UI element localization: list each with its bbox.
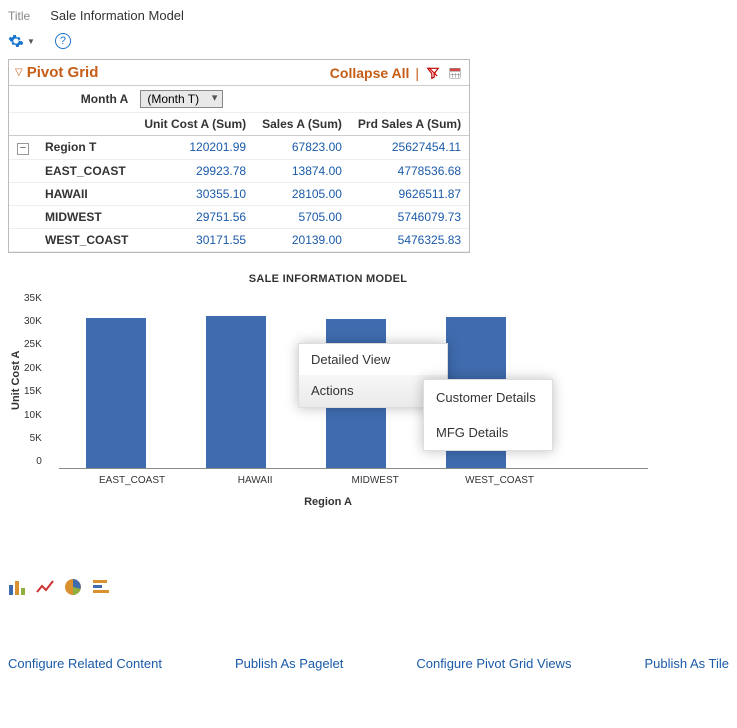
cell-value[interactable]: 29751.56 <box>136 205 254 228</box>
x-axis-ticks: EAST_COASTHAWAIIMIDWESTWEST_COAST <box>59 469 648 486</box>
x-axis-label: Region A <box>8 496 648 508</box>
horizontal-bar-chart-icon[interactable] <box>92 578 110 596</box>
cell-value[interactable]: 30355.10 <box>136 182 254 205</box>
page-title: Sale Information Model <box>50 8 184 23</box>
pivot-table: Month A (Month T) Unit Cost A (Sum) Sale… <box>9 86 469 252</box>
separator: | <box>415 65 419 81</box>
cell-value[interactable]: 5476325.83 <box>350 228 469 251</box>
chart-bar[interactable] <box>206 316 266 468</box>
month-select[interactable]: (Month T) <box>140 90 223 108</box>
y-axis-label: Unit Cost A <box>8 293 24 468</box>
link-configure-pivot-grid-views[interactable]: Configure Pivot Grid Views <box>416 656 571 671</box>
settings-gear-button[interactable]: ▼ <box>8 33 35 49</box>
actions-submenu: Customer Details MFG Details <box>423 379 553 451</box>
row-header: WEST_COAST <box>37 228 136 251</box>
filter-label: Month A <box>37 86 136 113</box>
table-row: WEST_COAST 30171.55 20139.00 5476325.83 <box>9 228 469 251</box>
collapse-all-link[interactable]: Collapse All <box>330 65 410 81</box>
table-row: MIDWEST 29751.56 5705.00 5746079.73 <box>9 205 469 228</box>
chart-panel: SALE INFORMATION MODEL Unit Cost A 35K30… <box>8 273 648 508</box>
y-axis-ticks: 35K30K25K20K15K10K5K0 <box>24 293 46 468</box>
table-row: − Region T 120201.99 67823.00 25627454.1… <box>9 136 469 160</box>
footer-links: Configure Related Content Publish As Pag… <box>8 656 729 671</box>
cell-value[interactable]: 9626511.87 <box>350 182 469 205</box>
link-configure-related-content[interactable]: Configure Related Content <box>8 656 162 671</box>
chevron-down-icon: ▼ <box>27 37 35 46</box>
col-header: Sales A (Sum) <box>254 113 350 136</box>
bar-chart-icon[interactable] <box>8 578 26 596</box>
cell-value[interactable]: 30171.55 <box>136 228 254 251</box>
menu-item-label: Detailed View <box>311 352 390 367</box>
link-publish-as-tile[interactable]: Publish As Tile <box>644 656 729 671</box>
menu-item-label: MFG Details <box>436 425 508 440</box>
cell-value[interactable]: 29923.78 <box>136 159 254 182</box>
cell-value[interactable]: 67823.00 <box>254 136 350 160</box>
col-header: Prd Sales A (Sum) <box>350 113 469 136</box>
cell-value[interactable]: 4778536.68 <box>350 159 469 182</box>
help-button[interactable]: ? <box>55 33 71 49</box>
submenu-item-mfg-details[interactable]: MFG Details <box>424 415 552 450</box>
pivot-grid-title: Pivot Grid <box>27 64 99 81</box>
gear-icon <box>8 33 24 49</box>
chart-type-toolbar <box>8 578 729 596</box>
pivot-grid-panel: ▽ Pivot Grid Collapse All | Month A (Mon… <box>8 59 470 253</box>
cell-value[interactable]: 5746079.73 <box>350 205 469 228</box>
cell-value[interactable]: 120201.99 <box>136 136 254 160</box>
filter-remove-icon[interactable] <box>425 65 441 81</box>
cell-value[interactable]: 20139.00 <box>254 228 350 251</box>
menu-item-detailed-view[interactable]: Detailed View <box>299 344 447 375</box>
row-header: HAWAII <box>37 182 136 205</box>
calendar-icon[interactable] <box>447 65 463 81</box>
submenu-item-customer-details[interactable]: Customer Details <box>424 380 552 415</box>
menu-item-label: Customer Details <box>436 390 536 405</box>
cell-value[interactable]: 13874.00 <box>254 159 350 182</box>
link-publish-as-pagelet[interactable]: Publish As Pagelet <box>235 656 343 671</box>
row-header: Region T <box>37 136 136 160</box>
title-label: Title <box>8 9 30 23</box>
cell-value[interactable]: 28105.00 <box>254 182 350 205</box>
table-row: HAWAII 30355.10 28105.00 9626511.87 <box>9 182 469 205</box>
cell-value[interactable]: 25627454.11 <box>350 136 469 160</box>
collapse-toggle-icon[interactable]: ▽ <box>15 67 23 78</box>
row-header: EAST_COAST <box>37 159 136 182</box>
chart-title: SALE INFORMATION MODEL <box>8 273 648 285</box>
chart-bar[interactable] <box>86 318 146 468</box>
table-row: EAST_COAST 29923.78 13874.00 4778536.68 <box>9 159 469 182</box>
cell-value[interactable]: 5705.00 <box>254 205 350 228</box>
col-header: Unit Cost A (Sum) <box>136 113 254 136</box>
pie-chart-icon[interactable] <box>64 578 82 596</box>
collapse-button[interactable]: − <box>17 143 29 155</box>
line-chart-icon[interactable] <box>36 578 54 596</box>
menu-item-label: Actions <box>311 383 354 398</box>
row-header: MIDWEST <box>37 205 136 228</box>
